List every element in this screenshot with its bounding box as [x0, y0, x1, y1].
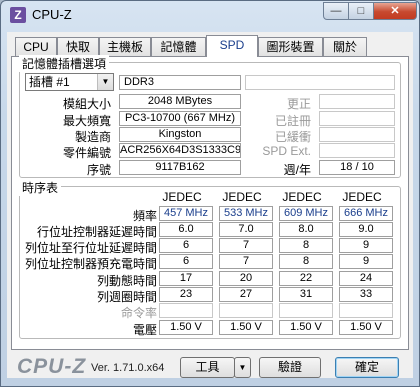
ras-precharge-jedec-5: 9 [339, 254, 393, 269]
validate-button[interactable]: 驗證 [259, 357, 321, 378]
tras-jedec-4: 22 [279, 271, 333, 286]
ok-button[interactable]: 確定 [335, 357, 399, 378]
close-button[interactable]: ✕ [373, 2, 417, 20]
ras-precharge-jedec-3: 7 [219, 254, 273, 269]
version-text: Ver. 1.71.0.x64 [91, 362, 165, 374]
voltage-jedec-5: 1.50 V [339, 320, 393, 335]
command-rate-label: 命令率 [120, 306, 157, 320]
window-title: CPU-Z [32, 7, 72, 22]
chevron-down-icon[interactable]: ▼ [97, 74, 113, 90]
ras-precharge-jedec-4: 8 [279, 254, 333, 269]
buffered-label: 已緩衝 [274, 130, 311, 144]
memory-type-extra-field [245, 75, 395, 90]
cas-latency-jedec-5: 9.0 [339, 222, 393, 237]
slot-select-value: 插槽 #1 [29, 75, 70, 89]
trc-jedec-2: 23 [159, 287, 213, 302]
chevron-down-icon: ▼ [238, 363, 247, 372]
frequency-jedec-5: 666 MHz [339, 206, 393, 221]
max-bandwidth-label: 最大頻寬 [62, 114, 111, 128]
ras-to-cas-jedec-4: 8 [279, 238, 333, 253]
manufacturer-label: 製造商 [74, 130, 111, 144]
cas-latency-jedec-3: 7.0 [219, 222, 273, 237]
registered-value [319, 111, 395, 126]
correction-value [319, 94, 395, 109]
module-size-value: 2048 MBytes [119, 94, 241, 109]
trc-jedec-3: 27 [219, 287, 273, 302]
registered-label: 已註冊 [274, 114, 311, 128]
voltage-jedec-2: 1.50 V [159, 320, 213, 335]
ras-to-cas-jedec-5: 9 [339, 238, 393, 253]
frequency-jedec-2: 457 MHz [159, 206, 213, 221]
tab-cpu[interactable]: CPU [15, 37, 57, 56]
ras-to-cas-jedec-3: 7 [219, 238, 273, 253]
frequency-jedec-3: 533 MHz [219, 206, 273, 221]
tab-spd[interactable]: SPD [206, 35, 258, 57]
week-year-label: 週/年 [283, 163, 311, 177]
trc-label: 列週圈時間 [96, 290, 157, 304]
voltage-jedec-3: 1.50 V [219, 320, 273, 335]
minimize-button[interactable]: — [323, 2, 349, 20]
cas-latency-jedec-2: 6.0 [159, 222, 213, 237]
correction-label: 更正 [286, 97, 311, 111]
tools-button[interactable]: 工具 [180, 357, 235, 378]
cpuz-brand-logo: CPU-Z [17, 355, 87, 378]
ras-precharge-jedec-2: 6 [159, 254, 213, 269]
tras-label: 列動態時間 [96, 274, 157, 288]
serial-number-value: 9117B162 [119, 160, 241, 175]
trc-jedec-5: 33 [339, 287, 393, 302]
timings-group-title: 時序表 [19, 179, 62, 196]
command-rate-jedec-5 [339, 303, 393, 318]
frequency-jedec-4: 609 MHz [279, 206, 333, 221]
max-bandwidth-value: PC3-10700 (667 MHz) [119, 111, 241, 126]
part-number-label: 零件編號 [62, 146, 111, 160]
cas-latency-label: 行位址控制器延遲時間 [36, 225, 157, 239]
tools-dropdown-button[interactable]: ▼ [234, 357, 251, 378]
tab-cache[interactable]: 快取 [57, 37, 99, 56]
cas-latency-jedec-4: 8.0 [279, 222, 333, 237]
title-bar[interactable]: Z CPU-Z — □ ✕ [1, 1, 419, 29]
spd-ext-value [319, 143, 395, 158]
manufacturer-value: Kingston [119, 127, 241, 142]
tras-jedec-2: 17 [159, 271, 213, 286]
part-number-value: ACR256X64D3S1333C9 [119, 143, 241, 158]
cpuz-window: Z CPU-Z — □ ✕ CPU 快取 主機板 記憶體 SPD 圖形裝置 關於… [0, 0, 420, 387]
tab-graphics[interactable]: 圖形裝置 [258, 37, 323, 56]
tras-jedec-5: 24 [339, 271, 393, 286]
module-size-label: 模組大小 [62, 97, 111, 111]
ras-to-cas-label: 列位址至行位址延遲時間 [24, 241, 157, 255]
voltage-label: 電壓 [132, 323, 157, 337]
memory-slot-group-title: 記憶體插槽選項 [19, 55, 110, 72]
command-rate-jedec-4 [279, 303, 333, 318]
week-year-value: 18 / 10 [319, 160, 395, 175]
tab-about[interactable]: 關於 [323, 37, 367, 56]
frequency-label: 頻率 [132, 209, 157, 223]
tab-memory[interactable]: 記憶體 [151, 37, 206, 56]
serial-number-label: 序號 [86, 163, 111, 177]
ras-precharge-label: 列位址控制器預充電時間 [24, 257, 157, 271]
ras-to-cas-jedec-2: 6 [159, 238, 213, 253]
voltage-jedec-4: 1.50 V [279, 320, 333, 335]
command-rate-jedec-2 [159, 303, 213, 318]
tab-mainboard[interactable]: 主機板 [99, 37, 151, 56]
memory-type-field: DDR3 [119, 75, 241, 90]
command-rate-jedec-3 [219, 303, 273, 318]
tras-jedec-3: 20 [219, 271, 273, 286]
slot-select[interactable]: 插槽 #1 ▼ [25, 73, 114, 91]
maximize-button[interactable]: □ [348, 2, 374, 20]
buffered-value [319, 127, 395, 142]
trc-jedec-4: 31 [279, 287, 333, 302]
spd-ext-label: SPD Ext. [262, 144, 311, 158]
cpuz-app-icon: Z [10, 7, 26, 23]
